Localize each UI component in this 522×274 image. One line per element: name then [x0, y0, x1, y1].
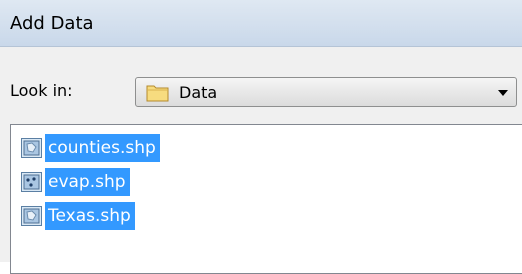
- file-name: evap.shp: [45, 168, 130, 196]
- folder-icon: [146, 85, 169, 102]
- file-list[interactable]: counties.shp evap.shp Texas.shp: [10, 124, 522, 274]
- file-name: counties.shp: [45, 134, 160, 162]
- window-title: Add Data: [10, 13, 94, 34]
- point-shapefile-icon: [21, 172, 42, 192]
- polygon-shapefile-icon: [21, 138, 42, 158]
- dialog-body: Look in: Data counties.shp evap.shp Texa…: [0, 46, 522, 274]
- polygon-shapefile-icon: [21, 206, 42, 226]
- title-bar: Add Data: [0, 0, 522, 46]
- selected-folder: Data: [179, 83, 218, 102]
- look-in-label: Look in:: [10, 81, 73, 100]
- file-name: Texas.shp: [45, 202, 135, 230]
- look-in-dropdown[interactable]: Data: [135, 77, 517, 107]
- chevron-down-icon[interactable]: [498, 90, 508, 96]
